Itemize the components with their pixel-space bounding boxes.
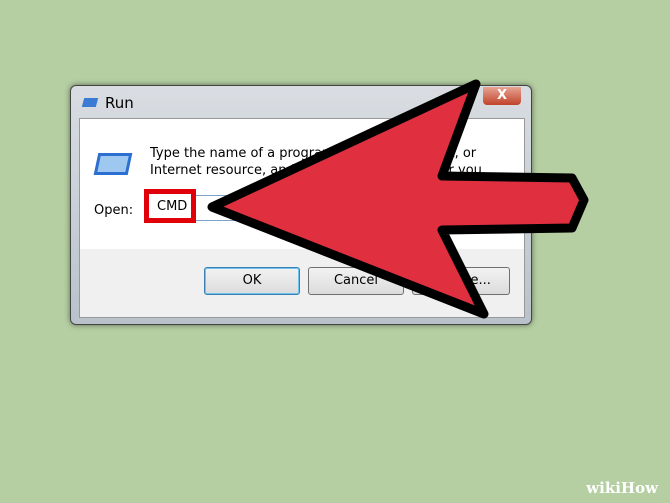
annotation-arrow xyxy=(207,79,589,319)
wikihow-watermark: wikiHow xyxy=(586,479,658,497)
red-arrow-shape xyxy=(207,79,589,319)
